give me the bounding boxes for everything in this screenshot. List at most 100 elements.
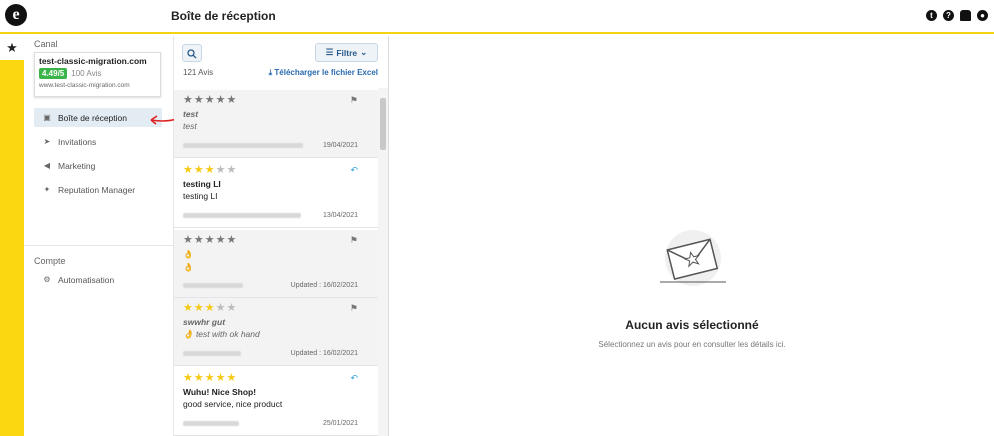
review-item[interactable]: ★★★★★ swwhr gut 👌 test with ok hand Updated… xyxy=(174,298,378,366)
review-body: test xyxy=(183,121,197,131)
section-compte: Compte xyxy=(34,256,66,266)
star-icon: ★ xyxy=(204,234,216,246)
search-button[interactable] xyxy=(182,44,202,62)
sidebar-item-invitations[interactable]: ➤ Invitations xyxy=(34,132,162,151)
star-icon: ★ xyxy=(193,164,205,176)
t-icon[interactable]: t xyxy=(926,10,937,21)
bell-icon[interactable] xyxy=(960,10,971,21)
review-body: 👌 xyxy=(183,262,194,272)
star-icon: ★ xyxy=(193,234,205,246)
star-icon: ★ xyxy=(226,164,238,176)
sidebar-item-marketing[interactable]: ◀ Marketing xyxy=(34,156,162,175)
sidebar-item-automation[interactable]: ⚙ Automatisation xyxy=(34,270,162,289)
channel-card[interactable]: test-classic-migration.com 4.49/5 100 Av… xyxy=(34,52,161,97)
download-label: Télécharger le fichier Excel xyxy=(274,68,378,77)
empty-title: Aucun avis sélectionné xyxy=(625,318,759,332)
review-count: 100 Avis xyxy=(71,69,102,78)
star-icon: ★ xyxy=(193,372,205,384)
star-rating: ★★★★★ xyxy=(183,372,369,384)
star-icon: ★ xyxy=(183,234,194,246)
review-body: good service, nice product xyxy=(183,399,283,409)
review-item[interactable]: ★★★★★ testing LI testing LI 13/04/2021 ↶ xyxy=(174,160,378,228)
star-rating: ★★★★★ xyxy=(183,164,369,176)
star-icon: ★ xyxy=(215,372,227,384)
blurred-email xyxy=(183,351,241,356)
yellow-rail xyxy=(0,36,24,436)
page-title: Boîte de réception xyxy=(171,9,276,23)
star-icon: ★ xyxy=(215,164,227,176)
review-item[interactable]: ★★★★★ test test 19/04/2021 ⚑ xyxy=(174,90,378,158)
star-icon: ★ xyxy=(204,372,216,384)
filter-button[interactable]: ☰ Filtre ⌄ xyxy=(315,43,378,62)
star-icon: ★ xyxy=(193,302,205,314)
star-rating: ★★★★★ xyxy=(183,302,369,314)
sidebar-item-reputation[interactable]: ✦ Reputation Manager xyxy=(34,180,162,199)
review-date: 13/04/2021 xyxy=(322,212,358,219)
review-date: Updated : 16/02/2021 xyxy=(290,282,358,289)
section-canal: Canal xyxy=(34,39,58,49)
top-bar: e Boîte de réception t ? ● xyxy=(0,0,994,34)
megaphone-icon: ◀ xyxy=(43,161,51,170)
empty-envelope-icon xyxy=(660,230,726,286)
review-body: testing LI xyxy=(183,191,218,201)
blurred-email xyxy=(183,421,239,426)
review-item[interactable]: ★★★★★ Wuhu! Nice Shop! good service, nice … xyxy=(174,368,378,436)
review-title: swwhr gut xyxy=(183,317,226,327)
top-icons: t ? ● xyxy=(926,10,988,21)
blurred-email xyxy=(183,143,303,148)
help-icon[interactable]: ? xyxy=(943,10,954,21)
flag-icon[interactable]: ⚑ xyxy=(350,235,358,246)
sidebar-item-label: Reputation Manager xyxy=(58,184,136,195)
sidebar-item-label: Boîte de réception xyxy=(58,112,127,123)
review-title: testing LI xyxy=(183,179,221,189)
review-title: Wuhu! Nice Shop! xyxy=(183,387,257,397)
star-icon: ★ xyxy=(204,94,216,106)
star-icon: ★ xyxy=(204,164,216,176)
download-excel-link[interactable]: ⤓ Télécharger le fichier Excel xyxy=(269,68,378,78)
empty-subtitle: Sélectionnez un avis pour en consulter l… xyxy=(598,340,786,349)
rating-badge: 4.49/5 xyxy=(39,68,68,79)
scrollbar[interactable] xyxy=(378,88,388,436)
star-icon: ★ xyxy=(226,372,238,384)
gear-icon: ⚙ xyxy=(43,275,51,284)
sidebar: Canal test-classic-migration.com 4.49/5 … xyxy=(24,36,174,436)
star-icon: ★ xyxy=(226,302,238,314)
star-icon: ★ xyxy=(226,94,238,106)
filter-icon: ☰ xyxy=(325,47,334,57)
review-item[interactable]: ★★★★★ 👌 👌 Updated : 16/02/2021 ⚑ xyxy=(174,230,378,298)
review-date: 25/01/2021 xyxy=(322,420,358,427)
inbox-icon: ▣ xyxy=(43,113,51,122)
sidebar-item-inbox[interactable]: ▣ Boîte de réception xyxy=(34,108,162,127)
flag-icon[interactable]: ⚑ xyxy=(350,95,358,106)
flag-icon[interactable]: ⚑ xyxy=(350,303,358,314)
review-date: Updated : 16/02/2021 xyxy=(290,350,358,357)
search-icon xyxy=(187,49,197,59)
review-body: 👌 test with ok hand xyxy=(183,329,260,339)
review-title: test xyxy=(183,109,199,119)
scrollbar-thumb[interactable] xyxy=(380,98,386,150)
review-date: 19/04/2021 xyxy=(322,142,358,149)
star-icon: ★ xyxy=(183,164,194,176)
blurred-email xyxy=(183,213,301,218)
review-list-pane: ☰ Filtre ⌄ 121 Avis ⤓ Télécharger le fic… xyxy=(174,36,389,436)
user-icon[interactable]: ● xyxy=(977,10,988,21)
star-icon: ★ xyxy=(204,302,216,314)
chevron-down-icon: ⌄ xyxy=(360,47,368,57)
star-rating: ★★★★★ xyxy=(183,234,369,246)
divider xyxy=(24,245,174,246)
send-icon: ➤ xyxy=(43,137,51,146)
favorites-star-icon[interactable]: ★ xyxy=(0,36,24,60)
star-icon: ★ xyxy=(183,302,194,314)
channel-name: test-classic-migration.com xyxy=(39,56,147,66)
sidebar-item-label: Invitations xyxy=(58,136,97,147)
reply-icon[interactable]: ↶ xyxy=(350,373,358,384)
channel-url: www.test-classic-migration.com xyxy=(39,82,130,89)
sidebar-item-label: Automatisation xyxy=(58,274,115,285)
star-icon: ★ xyxy=(226,234,238,246)
logo-icon[interactable]: e xyxy=(5,4,27,26)
star-icon: ★ xyxy=(215,94,227,106)
star-icon: ★ xyxy=(215,302,227,314)
reply-icon[interactable]: ↶ xyxy=(350,165,358,176)
star-rating: ★★★★★ xyxy=(183,94,369,106)
star-icon: ★ xyxy=(215,234,227,246)
